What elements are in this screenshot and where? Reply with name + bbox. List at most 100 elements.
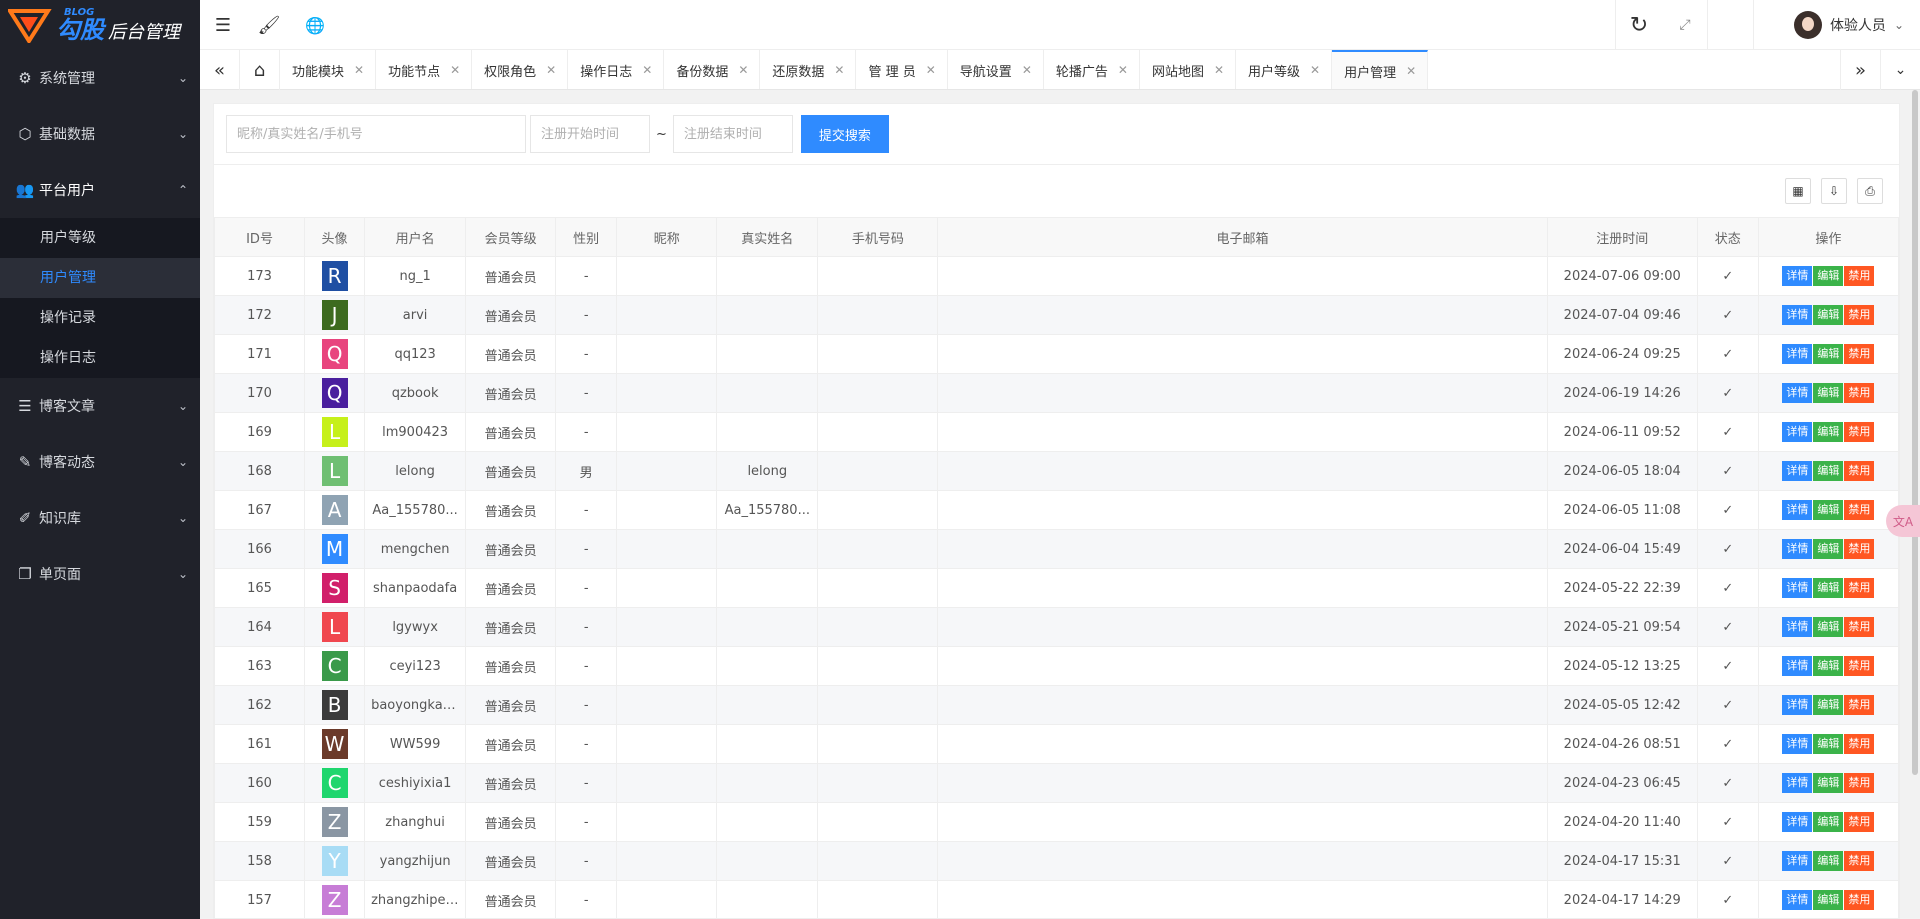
tab-item[interactable]: 还原数据 ✕ xyxy=(760,50,857,89)
logo[interactable]: BLOG 勾股 后台管理 xyxy=(0,0,200,50)
ban-button[interactable]: 禁用 xyxy=(1844,266,1875,286)
edit-button[interactable]: 编辑 xyxy=(1813,305,1844,325)
close-icon[interactable]: ✕ xyxy=(1310,63,1320,77)
clear-cache-brush-icon[interactable]: 🖌 xyxy=(246,0,292,50)
tabs-more-chevron-icon[interactable]: ⌄ xyxy=(1880,50,1920,90)
close-icon[interactable]: ✕ xyxy=(926,63,936,77)
detail-button[interactable]: 详情 xyxy=(1782,422,1813,442)
refresh-icon[interactable]: ↻ xyxy=(1616,0,1662,50)
sidebar-item-5[interactable]: ✐ 知识库 ⌄ xyxy=(0,490,200,546)
submit-search-button[interactable]: 提交搜索 xyxy=(800,115,889,153)
table-row[interactable]: 169 Llm900423 普通会员 - 2024-06-11 09:52 ✓ 详情 编辑 禁用 xyxy=(213,412,1900,452)
tab-item[interactable]: 轮播广告 ✕ xyxy=(1044,50,1140,89)
sidebar-item-0[interactable]: ⚙ 系统管理 ⌄ xyxy=(0,50,200,106)
table-row[interactable]: 171 Qqq123 普通会员 - 2024-06-24 09:25 ✓ 详情 编辑 禁用 xyxy=(213,334,1900,374)
table-row[interactable]: 166 Mmengchen 普通会员 - 2024-06-04 15:49 ✓ 详情 编辑 禁用 xyxy=(213,529,1900,569)
edit-button[interactable]: 编辑 xyxy=(1813,812,1844,832)
edit-button[interactable]: 编辑 xyxy=(1813,422,1844,442)
edit-button[interactable]: 编辑 xyxy=(1813,578,1844,598)
edit-button[interactable]: 编辑 xyxy=(1813,461,1844,481)
ban-button[interactable]: 禁用 xyxy=(1844,695,1875,715)
tab-item[interactable]: 功能节点 ✕ xyxy=(376,50,473,89)
tabs-scroll-left-icon[interactable]: « xyxy=(200,50,240,90)
table-row[interactable]: 160 Cceshiyixia1 普通会员 - 2024-04-23 06:45 ✓ 详情编… xyxy=(213,763,1900,803)
start-date-input[interactable] xyxy=(530,115,650,153)
sidebar-subitem[interactable]: 用户管理 xyxy=(0,258,200,298)
ban-button[interactable]: 禁用 xyxy=(1844,812,1875,832)
ban-button[interactable]: 禁用 xyxy=(1844,851,1875,871)
close-icon[interactable]: ✕ xyxy=(546,63,556,77)
detail-button[interactable]: 详情 xyxy=(1782,266,1813,286)
edit-button[interactable]: 编辑 xyxy=(1813,266,1844,286)
sidebar-item-4[interactable]: ✎ 博客动态 ⌄ xyxy=(0,434,200,490)
fullscreen-icon[interactable]: ⤢ xyxy=(1662,0,1708,50)
table-row[interactable]: 172 Jarvi 普通会员 - 2024-07-04 09:46 ✓ 详情 编辑 禁用 xyxy=(213,295,1900,335)
detail-button[interactable]: 详情 xyxy=(1782,461,1813,481)
detail-button[interactable]: 详情 xyxy=(1782,617,1813,637)
table-row[interactable]: 170 Qqzbook 普通会员 - 2024-06-19 14:26 ✓ 详情 编辑 禁用 xyxy=(213,373,1900,413)
detail-button[interactable]: 详情 xyxy=(1782,773,1813,793)
tab-item[interactable]: 管 理 员 ✕ xyxy=(856,50,948,89)
sidebar-item-1[interactable]: ⬡ 基础数据 ⌄ xyxy=(0,106,200,162)
ban-button[interactable]: 禁用 xyxy=(1844,539,1875,559)
table-row[interactable]: 165 Sshanpaodafa 普通会员 - 2024-05-22 22:39 ✓ 详情编… xyxy=(213,568,1900,608)
table-row[interactable]: 161 W WW599 普通会员 - 2024-04-26 08:51 ✓ 详情 编辑 禁用 xyxy=(213,724,1900,764)
ban-button[interactable]: 禁用 xyxy=(1844,734,1875,754)
tab-item[interactable]: 用户等级 ✕ xyxy=(1236,50,1333,89)
ban-button[interactable]: 禁用 xyxy=(1844,773,1875,793)
table-row[interactable]: 168 Llelong 普通会员男 lelong 2024-06-05 18:04 ✓ 详情… xyxy=(213,451,1900,491)
edit-button[interactable]: 编辑 xyxy=(1813,383,1844,403)
ban-button[interactable]: 禁用 xyxy=(1844,617,1875,637)
close-icon[interactable]: ✕ xyxy=(1118,63,1128,77)
ban-button[interactable]: 禁用 xyxy=(1844,305,1875,325)
export-icon[interactable]: ⇩ xyxy=(1821,178,1847,204)
edit-button[interactable]: 编辑 xyxy=(1813,500,1844,520)
detail-button[interactable]: 详情 xyxy=(1782,812,1813,832)
edit-button[interactable]: 编辑 xyxy=(1813,773,1844,793)
detail-button[interactable]: 详情 xyxy=(1782,578,1813,598)
detail-button[interactable]: 详情 xyxy=(1782,851,1813,871)
ban-button[interactable]: 禁用 xyxy=(1844,578,1875,598)
end-date-input[interactable] xyxy=(672,115,793,153)
tab-item[interactable]: 操作日志 ✕ xyxy=(568,50,665,89)
ban-button[interactable]: 禁用 xyxy=(1844,422,1875,442)
table-row[interactable]: 163 Cceyi123 普通会员 - 2024-05-12 13:25 ✓ 详情 编辑 禁用 xyxy=(213,646,1900,686)
sidebar-subitem[interactable]: 操作记录 xyxy=(0,298,200,338)
ban-button[interactable]: 禁用 xyxy=(1844,500,1875,520)
ban-button[interactable]: 禁用 xyxy=(1844,461,1875,481)
detail-button[interactable]: 详情 xyxy=(1782,383,1813,403)
ban-button[interactable]: 禁用 xyxy=(1844,656,1875,676)
table-row[interactable]: 159 Zzhanghui 普通会员 - 2024-04-20 11:40 ✓ 详情 编辑 禁用 xyxy=(213,802,1900,842)
detail-button[interactable]: 详情 xyxy=(1782,539,1813,559)
ban-button[interactable]: 禁用 xyxy=(1844,344,1875,364)
detail-button[interactable]: 详情 xyxy=(1782,656,1813,676)
detail-button[interactable]: 详情 xyxy=(1782,734,1813,754)
print-icon[interactable]: ⎙ xyxy=(1857,178,1883,204)
tabs-scroll-right-icon[interactable]: » xyxy=(1840,50,1880,90)
ban-button[interactable]: 禁用 xyxy=(1844,890,1875,910)
close-icon[interactable]: ✕ xyxy=(1022,63,1032,77)
edit-button[interactable]: 编辑 xyxy=(1813,890,1844,910)
table-row[interactable]: 167 A Aa_155780... 普通会员 - Aa_155780... 2024-06… xyxy=(213,490,1900,530)
edit-button[interactable]: 编辑 xyxy=(1813,851,1844,871)
sidebar-item-6[interactable]: ❐ 单页面 ⌄ xyxy=(0,546,200,602)
sidebar-subitem[interactable]: 用户等级 xyxy=(0,218,200,258)
detail-button[interactable]: 详情 xyxy=(1782,695,1813,715)
table-row[interactable]: 158 Yyangzhijun 普通会员 - 2024-04-17 15:31 ✓ 详情 编辑… xyxy=(213,841,1900,881)
table-row[interactable]: 157 Zzhangzhipeng 普通会员 - 2024-04-17 14:29 ✓ 详情… xyxy=(213,880,1900,919)
close-icon[interactable]: ✕ xyxy=(450,63,460,77)
close-icon[interactable]: ✕ xyxy=(354,63,364,77)
detail-button[interactable]: 详情 xyxy=(1782,305,1813,325)
tab-item[interactable]: 权限角色 ✕ xyxy=(472,50,569,89)
edit-button[interactable]: 编辑 xyxy=(1813,344,1844,364)
table-row[interactable]: 173 Rng_1 普通会员 - 2024-07-06 09:00 ✓ 详情 编辑 禁用 xyxy=(213,256,1900,296)
edit-button[interactable]: 编辑 xyxy=(1813,695,1844,715)
sidebar-item-2[interactable]: 👥 平台用户 ⌃ xyxy=(0,162,200,218)
menu-toggle-icon[interactable]: ☰ xyxy=(200,0,246,50)
edit-button[interactable]: 编辑 xyxy=(1813,539,1844,559)
close-icon[interactable]: ✕ xyxy=(834,63,844,77)
sidebar-item-3[interactable]: ☰ 博客文章 ⌄ xyxy=(0,378,200,434)
table-row[interactable]: 162 Bbaoyongkang 普通会员 - 2024-05-05 12:42 ✓ 详情编… xyxy=(213,685,1900,725)
columns-filter-icon[interactable]: ▦ xyxy=(1785,178,1811,204)
tab-item[interactable]: 网站地图 ✕ xyxy=(1140,50,1237,89)
